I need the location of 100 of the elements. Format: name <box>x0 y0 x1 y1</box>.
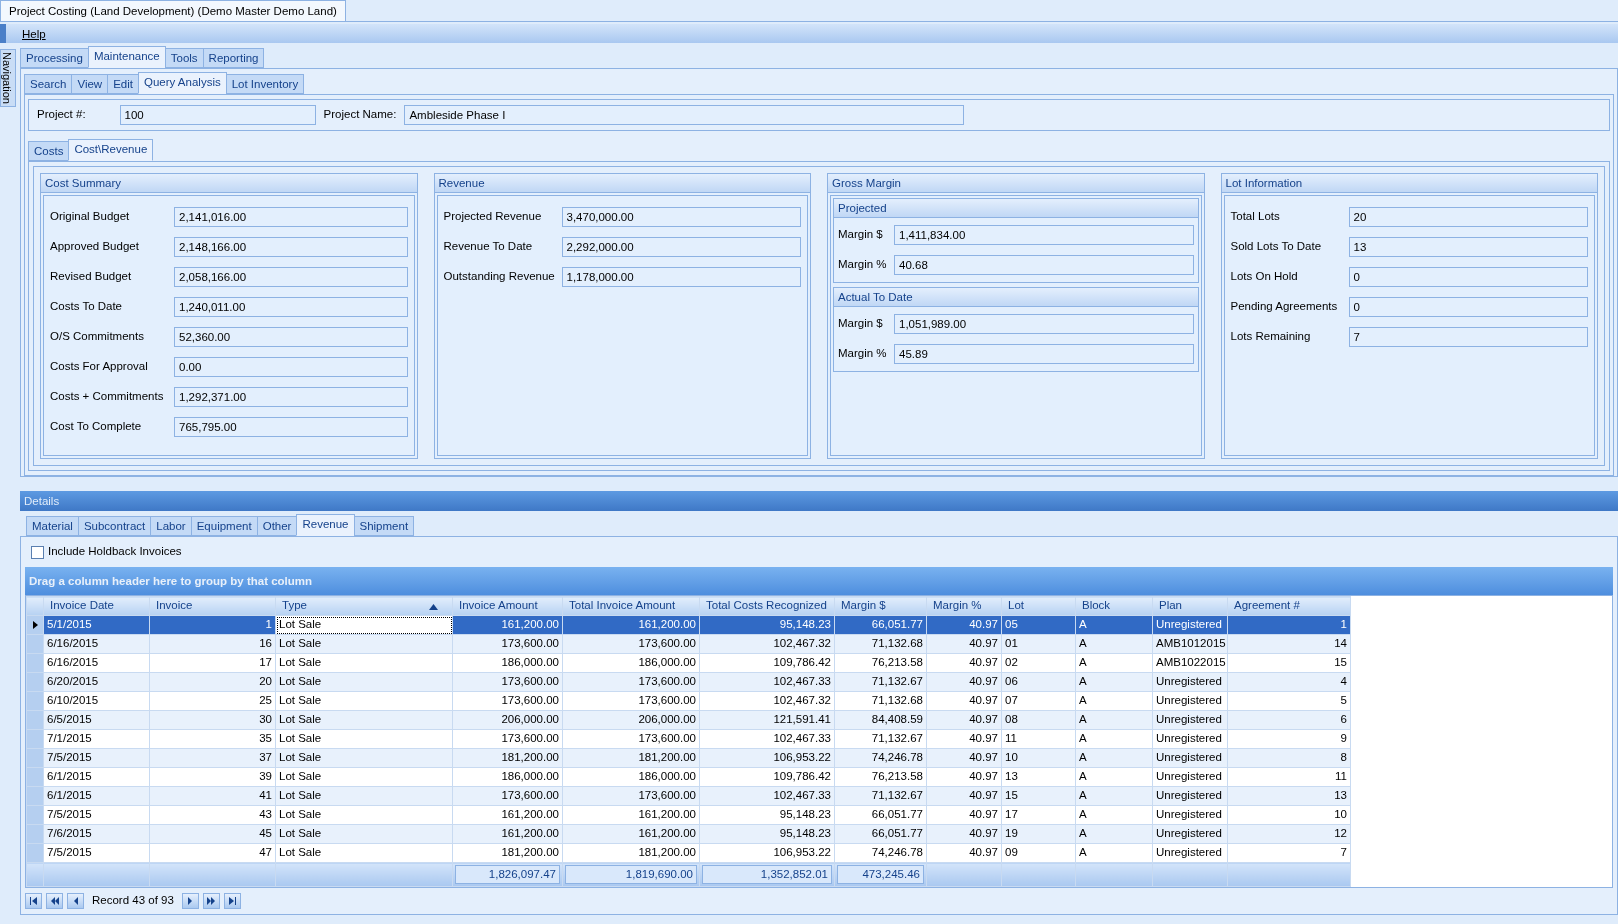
column-header[interactable]: Agreement # <box>1227 596 1351 616</box>
column-header[interactable]: Invoice <box>149 596 276 616</box>
column-header[interactable]: Margin % <box>926 596 1002 616</box>
text-field[interactable]: 13 <box>1348 237 1588 257</box>
text-field[interactable]: 0 <box>1348 267 1588 287</box>
toolbar-tab[interactable]: Edit <box>107 74 139 94</box>
table-row[interactable]: 6/10/2015 25 Lot Sale 173,600.00 173,600.00 102,467.32 71,132.68 40.97 07 A Unregistered 5 <box>26 691 1351 711</box>
field-label: Project #: <box>37 107 86 123</box>
detail-tab[interactable]: Equipment <box>190 516 258 536</box>
detail-tab[interactable]: Labor <box>150 516 192 536</box>
group-title: Projected <box>834 199 1198 218</box>
text-field[interactable]: 45.89 <box>894 344 1194 364</box>
table-row[interactable]: 6/1/2015 41 Lot Sale 173,600.00 173,600.00 102,467.33 71,132.67 40.97 15 A Unregistered 13 <box>26 786 1351 806</box>
column-header[interactable]: Block <box>1075 596 1153 616</box>
text-field[interactable]: 2,148,166.00 <box>174 237 408 257</box>
column-header[interactable]: Margin $ <box>834 596 927 616</box>
text-field[interactable]: 52,360.00 <box>174 327 408 347</box>
field-label: O/S Commitments <box>50 329 145 345</box>
last-record-icon <box>227 895 238 906</box>
toolbar-tab[interactable]: Query Analysis <box>138 72 227 94</box>
text-field[interactable]: 2,058,166.00 <box>174 267 408 287</box>
column-header[interactable]: Total Costs Recognized <box>699 596 835 616</box>
field-label: Cost To Complete <box>50 419 143 435</box>
text-field[interactable]: 1,178,000.00 <box>561 267 801 287</box>
field-label: Costs To Date <box>50 299 123 315</box>
toolbar-tab[interactable]: Lot Inventory <box>225 74 305 94</box>
table-row[interactable]: 6/1/2015 39 Lot Sale 186,000.00 186,000.00 109,786.42 76,213.58 40.97 13 A Unregistered 11 <box>26 767 1351 787</box>
text-field[interactable]: 100 <box>119 105 316 125</box>
field-label: Projected Revenue <box>443 209 543 225</box>
column-header[interactable]: Total Invoice Amount <box>562 596 700 616</box>
field-label: Outstanding Revenue <box>443 269 556 285</box>
text-field[interactable]: 1,292,371.00 <box>174 387 408 407</box>
table-row[interactable]: 6/16/2015 17 Lot Sale 186,000.00 186,000.00 109,786.42 76,213.58 40.97 02 A AMB1022015 15 <box>26 653 1351 673</box>
field-label: Revenue To Date <box>443 239 534 255</box>
table-row[interactable]: 7/5/2015 43 Lot Sale 161,200.00 161,200.00 95,148.23 66,051.77 40.97 17 A Unregistered 10 <box>26 805 1351 825</box>
field-label: Margin $ <box>838 227 884 243</box>
field-label: Costs + Commitments <box>50 389 165 405</box>
panel-title: Lot Information <box>1221 174 1597 193</box>
field-label: Margin % <box>838 346 888 362</box>
text-field[interactable]: 3,470,000.00 <box>561 207 801 227</box>
text-field[interactable]: 1,411,834.00 <box>894 225 1194 245</box>
table-row[interactable]: 5/1/2015 1 Lot Sale 161,200.00 161,200.00 95,148.23 66,051.77 40.97 05 A Unregistered 1 <box>26 615 1351 635</box>
next-page-icon <box>206 895 217 906</box>
group-title: Actual To Date <box>834 288 1198 307</box>
last-record-button[interactable] <box>223 892 241 909</box>
text-field[interactable]: 765,795.00 <box>174 417 408 437</box>
total-cell: 1,826,097.47 <box>455 865 560 885</box>
window-title[interactable]: Project Costing (Land Development) (Demo Master Demo Land) <box>0 0 346 21</box>
detail-tab[interactable]: Other <box>256 516 298 536</box>
text-field[interactable]: 2,292,000.00 <box>561 237 801 257</box>
text-field[interactable]: 0.00 <box>174 357 408 377</box>
menu-item[interactable]: Help <box>22 28 46 40</box>
detail-tab[interactable]: Material <box>26 516 79 536</box>
ribbon-tab[interactable]: Reporting <box>202 48 265 68</box>
table-row[interactable]: 6/20/2015 20 Lot Sale 173,600.00 173,600.00 102,467.33 71,132.67 40.97 06 A Unregistered 4 <box>26 672 1351 692</box>
column-header[interactable]: Invoice Date <box>43 596 150 616</box>
previous-record-button[interactable] <box>67 892 84 909</box>
column-header[interactable]: Lot <box>1001 596 1076 616</box>
first-record-button[interactable] <box>25 892 42 909</box>
column-header[interactable]: Type <box>275 596 453 616</box>
column-header[interactable]: Invoice Amount <box>452 596 563 616</box>
next-record-button[interactable] <box>181 892 199 909</box>
record-counter: Record 43 of 93 <box>91 893 175 909</box>
toolbar-tab[interactable]: View <box>71 74 109 94</box>
field-label: Total Lots <box>1230 209 1281 225</box>
row-pointer-icon <box>32 621 38 630</box>
text-field[interactable]: 2,141,016.00 <box>174 207 408 227</box>
text-field[interactable]: 20 <box>1348 207 1588 227</box>
text-field[interactable]: 7 <box>1348 327 1588 347</box>
field-label: Costs For Approval <box>50 359 149 375</box>
ribbon-tab[interactable]: Maintenance <box>87 46 166 68</box>
detail-tab[interactable]: Revenue <box>296 514 355 536</box>
table-row[interactable]: 7/5/2015 47 Lot Sale 181,200.00 181,200.00 106,953.22 74,246.78 40.97 09 A Unregistered 7 <box>26 843 1351 863</box>
text-field[interactable]: Ambleside Phase I <box>404 105 965 125</box>
text-field[interactable]: 40.68 <box>894 255 1194 275</box>
table-row[interactable]: 7/5/2015 37 Lot Sale 181,200.00 181,200.00 106,953.22 74,246.78 40.97 10 A Unregistered 8 <box>26 748 1351 768</box>
field-label: Margin % <box>838 257 888 273</box>
navigation-tab[interactable]: Navigation <box>0 49 16 107</box>
text-field[interactable]: 1,051,989.00 <box>894 314 1194 334</box>
next-page-button[interactable] <box>202 892 220 909</box>
table-row[interactable]: 7/1/2015 35 Lot Sale 173,600.00 173,600.00 102,467.33 71,132.67 40.97 11 A Unregistered 9 <box>26 729 1351 749</box>
checkbox[interactable]: Include Holdback Invoices <box>25 541 182 563</box>
ribbon-tab[interactable]: Tools <box>164 48 204 68</box>
field-label: Project Name: <box>323 107 397 123</box>
detail-tab[interactable]: Shipment <box>353 516 415 536</box>
ribbon-tab[interactable]: Processing <box>20 48 89 68</box>
text-field[interactable]: 1,240,011.00 <box>174 297 408 317</box>
total-cell: 473,245.46 <box>837 865 924 885</box>
section-tab[interactable]: Cost\Revenue <box>68 139 154 161</box>
field-label: Approved Budget <box>50 239 140 255</box>
column-header[interactable]: Plan <box>1152 596 1228 616</box>
text-field[interactable]: 0 <box>1348 297 1588 317</box>
table-row[interactable]: 6/5/2015 30 Lot Sale 206,000.00 206,000.00 121,591.41 84,408.59 40.97 08 A Unregistered 6 <box>26 710 1351 730</box>
field-label: Original Budget <box>50 209 131 225</box>
section-tab[interactable]: Costs <box>28 141 70 161</box>
table-row[interactable]: 7/6/2015 45 Lot Sale 161,200.00 161,200.00 95,148.23 66,051.77 40.97 19 A Unregistered 12 <box>26 824 1351 844</box>
table-row[interactable]: 6/16/2015 16 Lot Sale 173,600.00 173,600.00 102,467.32 71,132.68 40.97 01 A AMB1012015 14 <box>26 634 1351 654</box>
previous-page-button[interactable] <box>46 892 63 909</box>
toolbar-tab[interactable]: Search <box>24 74 73 94</box>
detail-tab[interactable]: Subcontract <box>77 516 152 536</box>
